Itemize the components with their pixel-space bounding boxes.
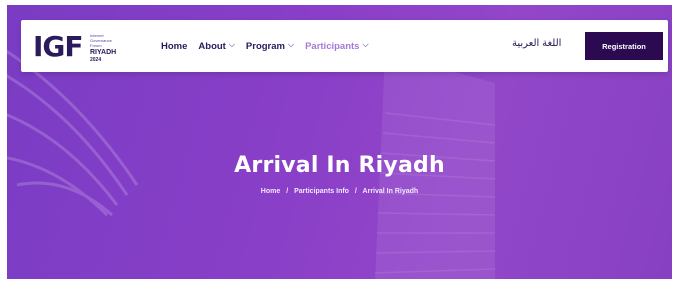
nav-item-label: Participants: [305, 40, 360, 52]
igf-logo[interactable]: IGF Internet Governance Forum RIYADH 202…: [33, 30, 130, 64]
logo-line-3: Forum: [90, 43, 102, 48]
nav-item-label: Program: [245, 40, 285, 52]
logo-mark: IGF: [33, 30, 84, 63]
page-title: Arrival In Riyadh: [234, 153, 445, 178]
chevron-down-icon: ⌵: [228, 40, 235, 49]
nav-item-participants[interactable]: Participants ⌵: [305, 40, 369, 52]
nav-item-label: About: [198, 40, 226, 52]
nav-item-home[interactable]: Home: [161, 41, 187, 52]
breadcrumb-separator: /: [286, 188, 289, 195]
nav-item-about[interactable]: About ⌵: [198, 40, 235, 52]
language-switch-link[interactable]: اللغة العربية: [512, 38, 561, 49]
nav-item-program[interactable]: Program ⌵: [245, 40, 295, 52]
logo-year: 2024: [90, 57, 102, 63]
chevron-down-icon: ⌵: [362, 40, 369, 49]
breadcrumb: Home / Participants Info / Arrival In Ri…: [7, 188, 672, 195]
breadcrumb-current: Arrival In Riyadh: [362, 188, 419, 195]
breadcrumb-home[interactable]: Home: [261, 188, 280, 195]
registration-button[interactable]: Registration: [585, 32, 663, 60]
palm-leaf-background: [7, 49, 139, 217]
nav-item-label: Home: [161, 40, 188, 52]
breadcrumb-separator: /: [354, 188, 357, 195]
logo-text: Internet Governance Forum RIYADH 2024: [90, 33, 130, 63]
main-nav: Home About ⌵ Program ⌵ Participants ⌵: [161, 20, 369, 72]
breadcrumb-participants-info[interactable]: Participants Info: [294, 188, 349, 195]
hero-banner: IGF Internet Governance Forum RIYADH 202…: [7, 5, 672, 279]
logo-city: RIYADH: [90, 49, 117, 56]
chevron-down-icon: ⌵: [288, 40, 295, 49]
top-navbar: IGF Internet Governance Forum RIYADH 202…: [21, 20, 668, 72]
